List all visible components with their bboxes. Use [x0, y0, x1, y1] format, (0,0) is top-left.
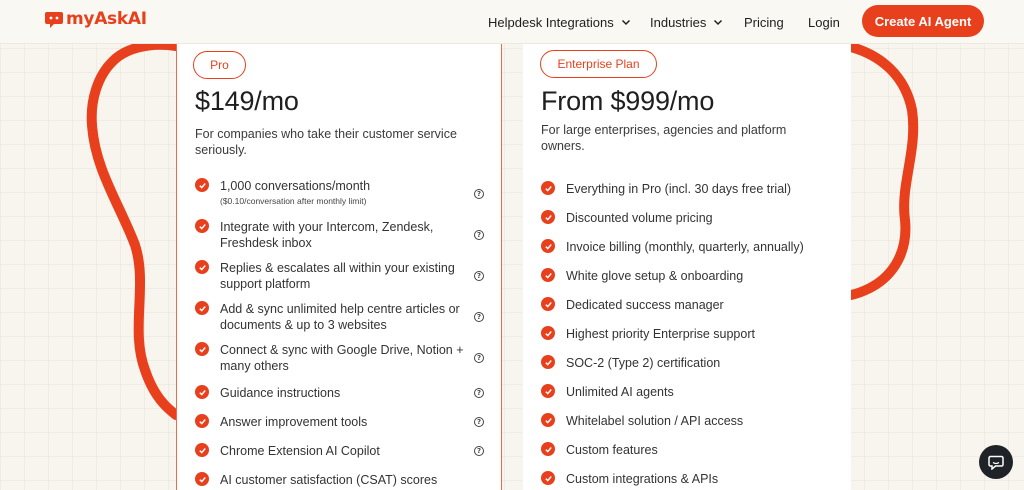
feature-text: Connect & sync with Google Drive, Notion…: [220, 343, 464, 373]
feature-text: Answer improvement tools: [220, 415, 368, 429]
question-circle-icon[interactable]: ?: [474, 417, 484, 427]
nav-item-industries[interactable]: Industries: [650, 15, 723, 30]
feature-item: Integrate with your Intercom, Zendesk, F…: [195, 219, 465, 251]
nav-item-label: Login: [808, 14, 840, 30]
chevron-down-icon: [621, 19, 630, 26]
feature-text: Custom integrations & APIs: [566, 472, 719, 486]
check-icon: [541, 181, 555, 195]
feature-item: Unlimited AI agents: [541, 384, 674, 400]
chevron-down-icon: [714, 19, 723, 26]
feature-item: AI customer satisfaction (CSAT) scores: [195, 472, 465, 488]
check-icon: [541, 297, 555, 311]
feature-item: Dedicated success manager: [541, 297, 724, 313]
feature-text: AI customer satisfaction (CSAT) scores: [220, 473, 438, 487]
plan-badge: Pro: [193, 51, 246, 79]
nav-item-label: Pricing: [744, 14, 784, 30]
feature-text: Discounted volume pricing: [566, 211, 713, 225]
feature-text: Replies & escalates all within your exis…: [220, 261, 455, 291]
feature-text: Custom features: [566, 443, 658, 457]
feature-item: Highest priority Enterprise support: [541, 326, 755, 342]
check-icon: [195, 178, 209, 192]
feature-text: Integrate with your Intercom, Zendesk, F…: [220, 220, 434, 250]
feature-item: Add & sync unlimited help centre article…: [195, 301, 465, 333]
feature-text: Unlimited AI agents: [566, 385, 674, 399]
check-icon: [195, 301, 209, 315]
feature-text: White glove setup & onboarding: [566, 269, 744, 283]
enterprise-plan-card: Enterprise Plan From $999/mo For large e…: [523, 30, 851, 490]
chat-bubble-icon: [988, 455, 1004, 470]
brand-logo[interactable]: myAskAI: [44, 9, 147, 29]
feature-item: Replies & escalates all within your exis…: [195, 260, 465, 292]
feature-text: Highest priority Enterprise support: [566, 327, 755, 341]
check-icon: [195, 443, 209, 457]
feature-item: Guidance instructions: [195, 385, 465, 401]
feature-note: ($0.10/conversation after monthly limit): [220, 196, 367, 206]
check-icon: [195, 342, 209, 356]
plan-badge: Enterprise Plan: [540, 50, 657, 78]
top-navbar: myAskAI Helpdesk Integrations Industries…: [0, 0, 1024, 44]
chat-widget-button[interactable]: [979, 445, 1013, 479]
feature-item: Everything in Pro (incl. 30 days free tr…: [541, 181, 791, 197]
feature-item: Discounted volume pricing: [541, 210, 713, 226]
feature-item: Custom features: [541, 442, 658, 458]
check-icon: [195, 414, 209, 428]
feature-text: Chrome Extension AI Copilot: [220, 444, 380, 458]
feature-text: 1,000 conversations/month: [220, 179, 371, 193]
logo-chat-icon: [45, 12, 63, 28]
feature-item: 1,000 conversations/month ($0.10/convers…: [195, 178, 465, 206]
pro-plan-card: Pro $149/mo For companies who take their…: [176, 30, 502, 490]
nav-item-label: Helpdesk Integrations: [488, 14, 614, 30]
check-icon: [195, 385, 209, 399]
plan-price: From $999/mo: [541, 86, 715, 116]
question-circle-icon[interactable]: ?: [474, 271, 484, 281]
feature-item: White glove setup & onboarding: [541, 268, 743, 284]
feature-text: Whitelabel solution / API access: [566, 414, 744, 428]
check-icon: [541, 210, 555, 224]
check-icon: [541, 384, 555, 398]
nav-item-pricing[interactable]: Pricing: [744, 15, 784, 30]
plan-description: For companies who take their customer se…: [195, 127, 457, 157]
main-nav: Helpdesk Integrations: [488, 0, 631, 44]
check-icon: [541, 413, 555, 427]
question-circle-icon[interactable]: ?: [474, 312, 484, 322]
create-ai-agent-button[interactable]: Create AI Agent: [862, 5, 984, 37]
question-circle-icon[interactable]: ?: [474, 446, 484, 456]
check-icon: [195, 472, 209, 486]
feature-text: Guidance instructions: [220, 386, 341, 400]
feature-item: Custom integrations & APIs: [541, 471, 718, 487]
feature-item: Answer improvement tools: [195, 414, 465, 430]
check-icon: [541, 326, 555, 340]
check-icon: [541, 471, 555, 485]
feature-text: SOC-2 (Type 2) certification: [566, 356, 721, 370]
feature-text: Invoice billing (monthly, quarterly, ann…: [566, 240, 804, 254]
plan-price: $149/mo: [195, 86, 299, 116]
feature-item: Invoice billing (monthly, quarterly, ann…: [541, 239, 804, 255]
check-icon: [541, 355, 555, 369]
nav-item-label: Industries: [650, 14, 707, 30]
nav-item-login[interactable]: Login: [808, 15, 840, 30]
check-icon: [541, 268, 555, 282]
question-circle-icon[interactable]: ?: [474, 230, 484, 240]
feature-item: Connect & sync with Google Drive, Notion…: [195, 342, 465, 374]
question-circle-icon[interactable]: ?: [474, 388, 484, 398]
feature-item: SOC-2 (Type 2) certification: [541, 355, 720, 371]
plan-description: For large enterprises, agencies and plat…: [541, 123, 787, 153]
check-icon: [195, 260, 209, 274]
check-icon: [195, 219, 209, 233]
feature-item: Chrome Extension AI Copilot: [195, 443, 465, 459]
decorative-swirl: [86, 39, 919, 420]
nav-item-helpdesk-integrations[interactable]: Helpdesk Integrations: [488, 15, 631, 30]
feature-text: Everything in Pro (incl. 30 days free tr…: [566, 182, 792, 196]
feature-text: Dedicated success manager: [566, 298, 724, 312]
question-circle-icon[interactable]: ?: [474, 353, 484, 363]
question-circle-icon[interactable]: ?: [474, 189, 484, 199]
brand-name: myAskAI: [66, 9, 147, 29]
check-icon: [541, 239, 555, 253]
feature-item: Whitelabel solution / API access: [541, 413, 743, 429]
check-icon: [541, 442, 555, 456]
feature-text: Add & sync unlimited help centre article…: [220, 302, 460, 332]
